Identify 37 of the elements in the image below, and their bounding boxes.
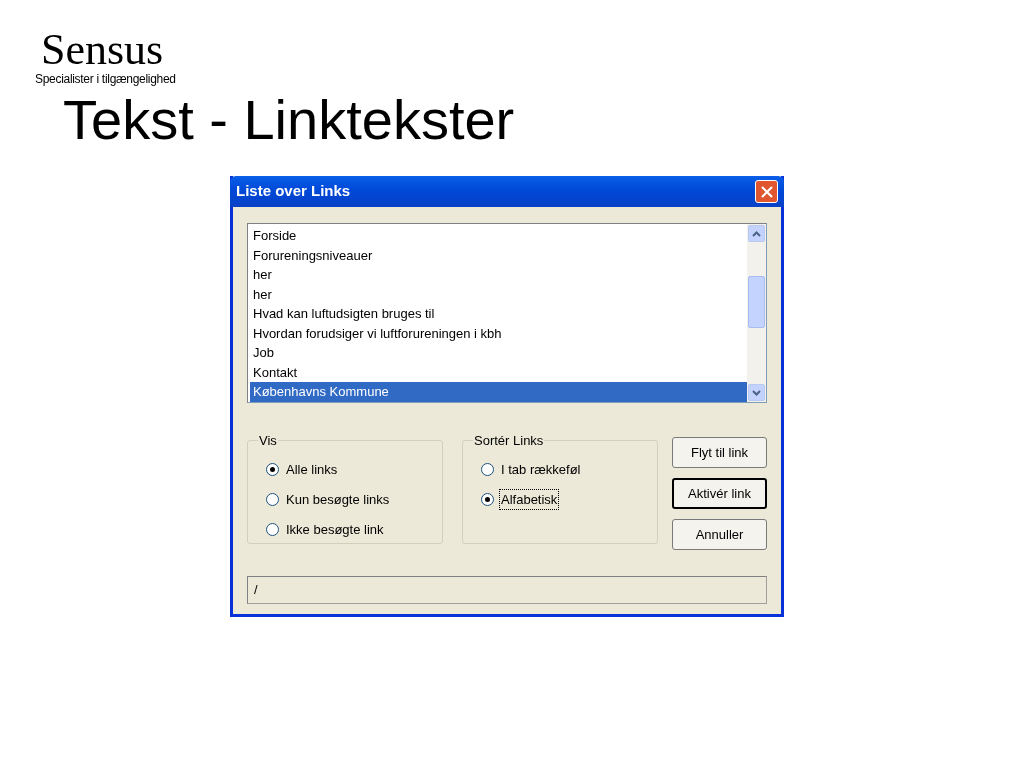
list-item[interactable]: Kontakt — [250, 362, 747, 382]
status-field: / — [247, 576, 767, 604]
logo-tagline: Specialister i tilgængelighed — [35, 72, 177, 86]
window-title: Liste over Links — [236, 181, 351, 202]
list-item[interactable]: Forureningsniveauer — [250, 245, 747, 265]
logo-name: Sensus — [40, 28, 165, 72]
radio-label: Kun besøgte links — [285, 490, 391, 509]
scroll-up-button[interactable] — [748, 225, 765, 242]
list-item[interactable]: her — [250, 284, 747, 304]
scroll-down-button[interactable] — [748, 384, 765, 401]
dialog-button[interactable]: Annuller — [672, 519, 767, 550]
close-button[interactable] — [755, 180, 778, 203]
radio-label: Alle links — [285, 460, 339, 479]
radio-button[interactable] — [481, 463, 494, 476]
group-title: Vis — [258, 432, 278, 450]
radio-label: Alfabetisk — [500, 489, 559, 510]
scrollbar[interactable] — [747, 224, 766, 402]
chevron-down-icon — [752, 389, 761, 396]
list-item[interactable]: her — [250, 265, 747, 285]
list-item[interactable]: Job — [250, 343, 747, 363]
scroll-thumb[interactable] — [748, 276, 765, 328]
radio-label: I tab rækkeføl — [500, 460, 582, 479]
list-item[interactable]: Hvordan forudsiger vi luftforureningen i kbh — [250, 323, 747, 343]
chevron-up-icon — [752, 230, 761, 237]
radio-button[interactable] — [481, 493, 494, 506]
dialog-button[interactable]: Flyt til link — [672, 437, 767, 468]
radio-button[interactable] — [266, 523, 279, 536]
group-title: Sortér Links — [473, 432, 545, 450]
radio-button[interactable] — [266, 493, 279, 506]
list-item[interactable]: Københavns Kommune — [250, 382, 747, 402]
list-item[interactable]: Hvad kan luftudsigten bruges til — [250, 304, 747, 324]
slide-title: Tekst - Linktekster — [62, 90, 516, 150]
close-icon — [760, 185, 773, 198]
dialog-button[interactable]: Aktivér link — [672, 478, 767, 509]
radio-button[interactable] — [266, 463, 279, 476]
radio-label: Ikke besøgte link — [285, 520, 385, 539]
list-item[interactable]: Forside — [250, 226, 747, 246]
